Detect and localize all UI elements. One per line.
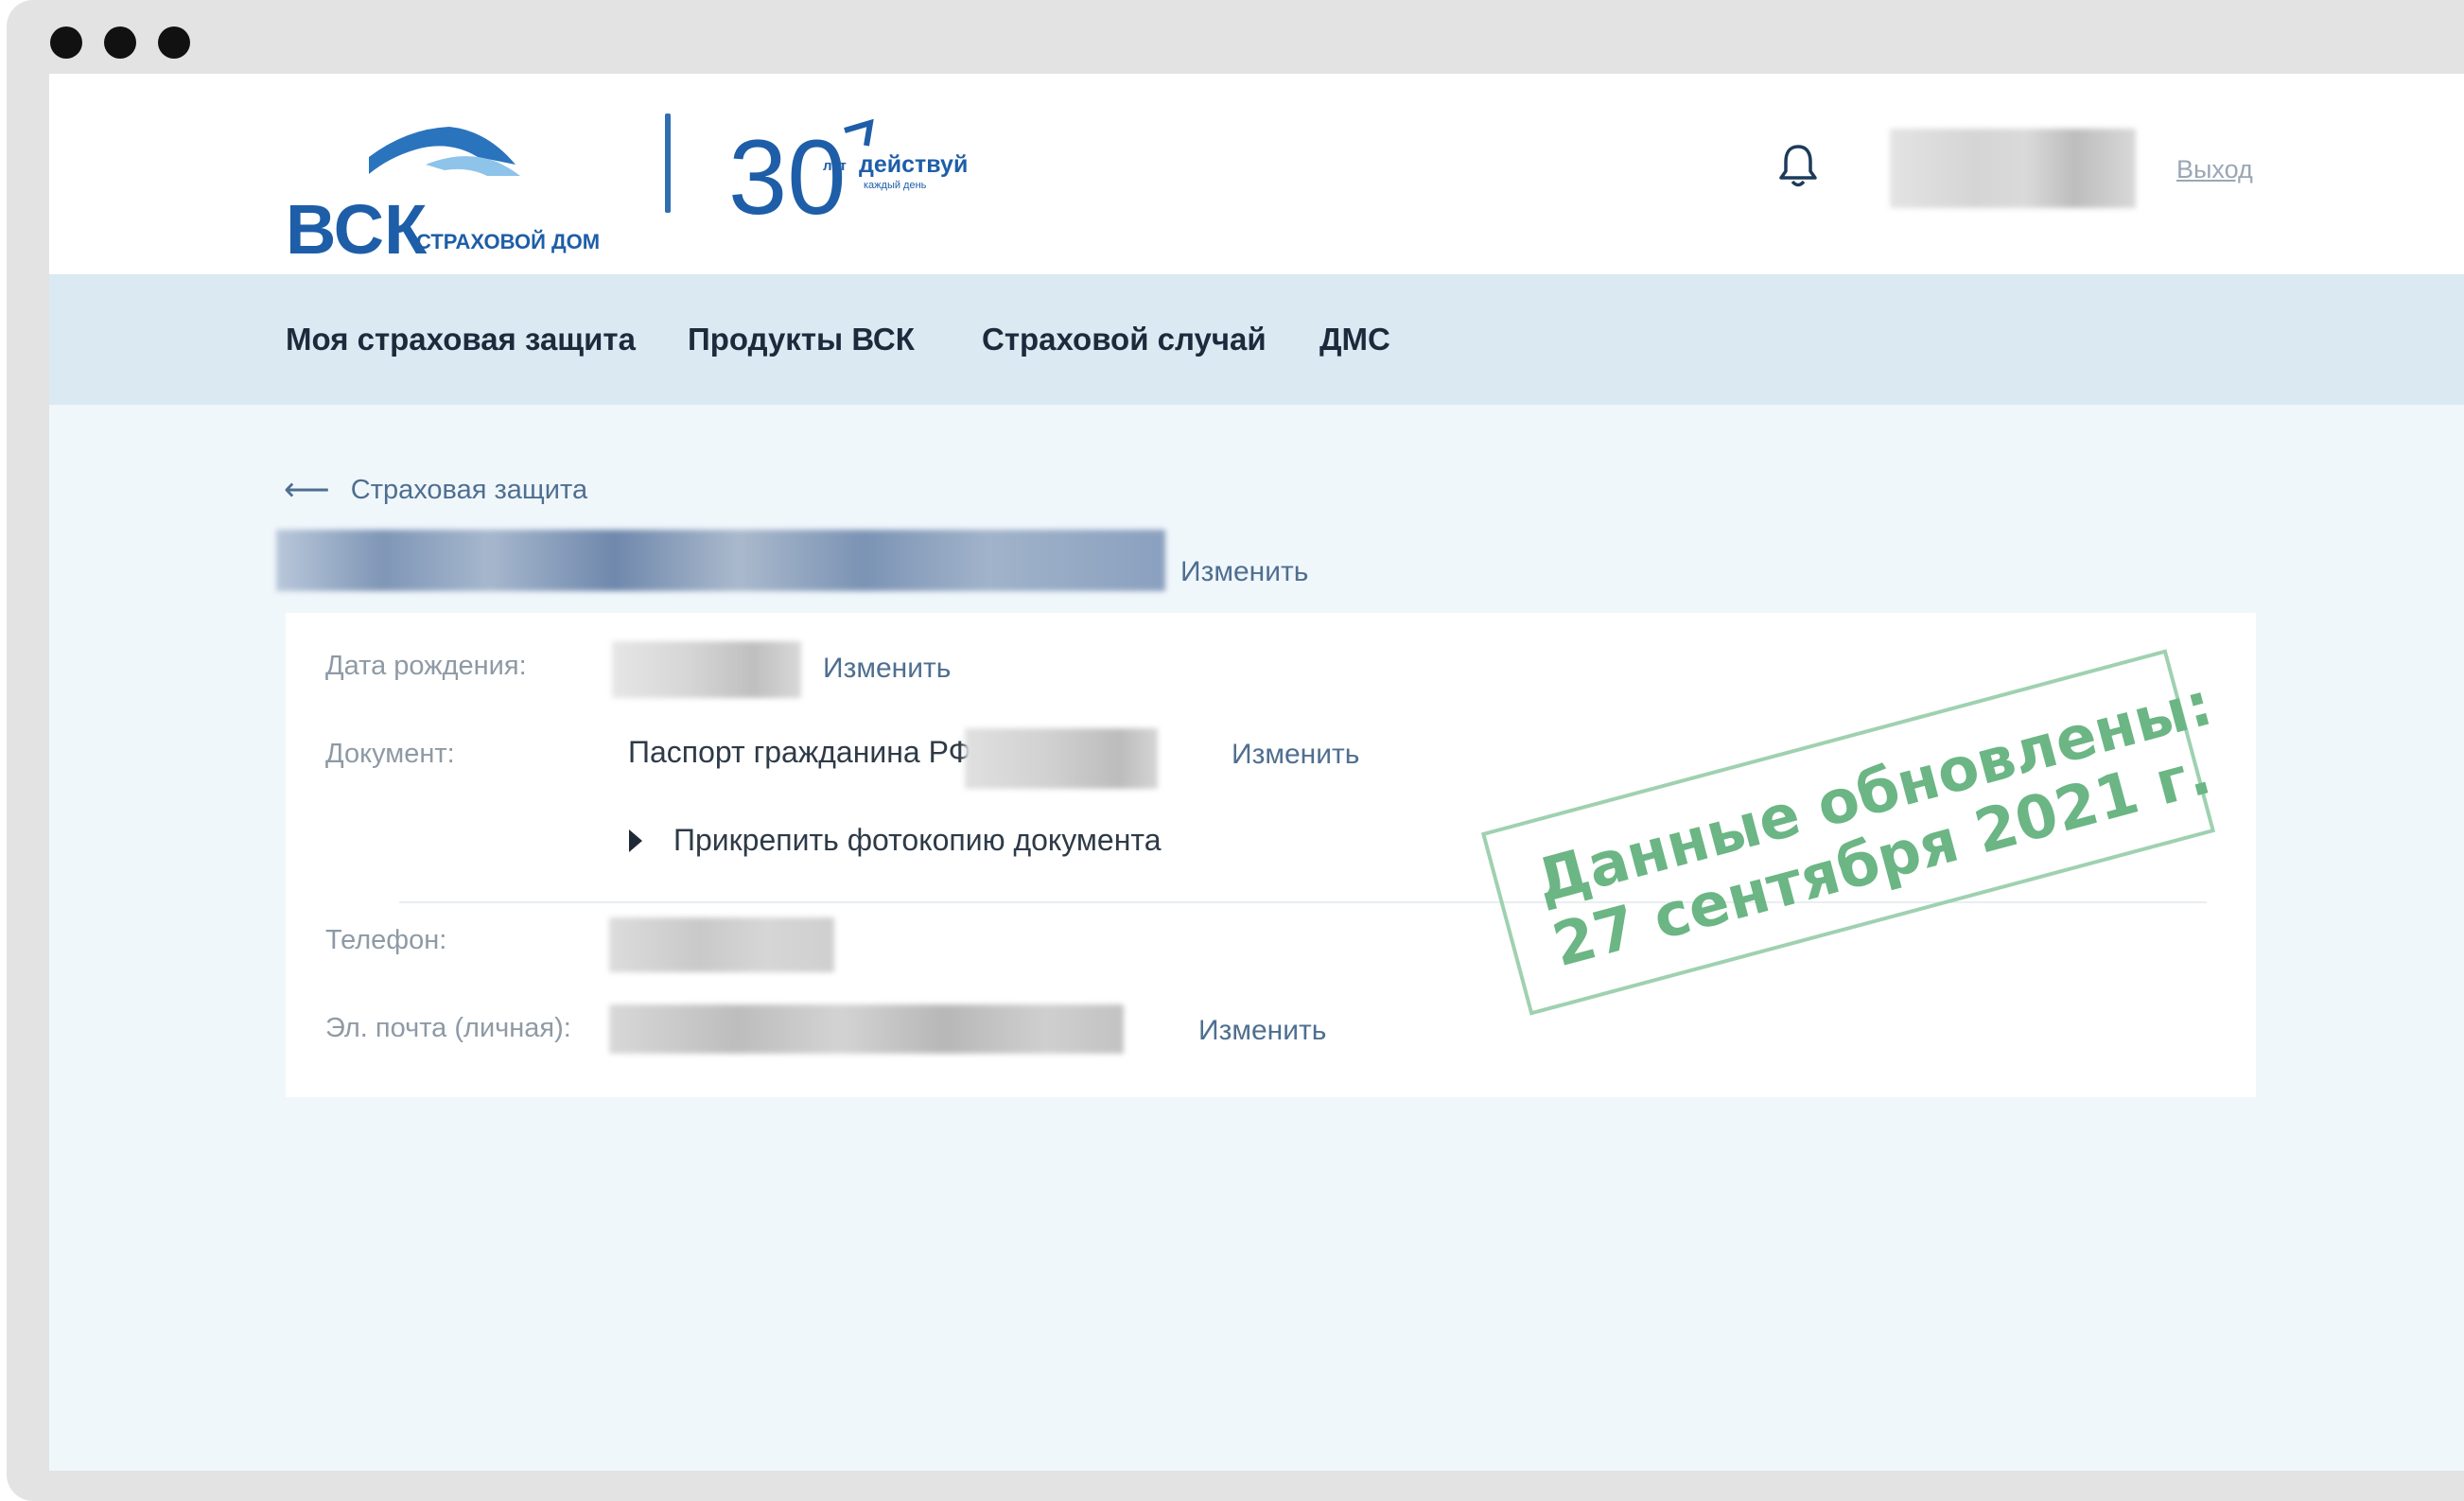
attach-document-toggle[interactable]: Прикрепить фотокопию документа	[628, 823, 1161, 858]
phone-redacted	[609, 917, 834, 972]
anniversary-logo: 30 лет действуй каждый день	[728, 118, 968, 223]
user-name-redacted	[1890, 129, 2136, 208]
edit-document-link[interactable]: Изменить	[1232, 739, 1359, 771]
edit-name-link[interactable]: Изменить	[1180, 556, 1308, 588]
anniversary-motto: действуй	[859, 151, 968, 178]
arrow-icon	[844, 118, 874, 147]
birth-date-label: Дата рождения:	[325, 651, 527, 681]
full-name-redacted	[276, 530, 1165, 591]
browser-viewport: ВСК СТРАХОВОЙ ДОМ 30 лет действуй каждый…	[49, 74, 2464, 1471]
phone-label: Телефон:	[325, 925, 447, 955]
site-header: ВСК СТРАХОВОЙ ДОМ 30 лет действуй каждый…	[49, 74, 2464, 274]
logo-subtitle-text: СТРАХОВОЙ ДОМ	[416, 230, 600, 253]
vsk-logo[interactable]: ВСК СТРАХОВОЙ ДОМ	[284, 119, 681, 285]
main-nav: Моя страховая защита Продукты ВСК Страхо…	[49, 274, 2464, 405]
back-link[interactable]: ⟵ Страховая защита	[284, 471, 587, 509]
logo-separator	[665, 113, 671, 213]
anniversary-tagline: каждый день	[864, 180, 927, 191]
arrow-left-icon: ⟵	[284, 472, 330, 508]
caret-right-icon	[629, 829, 642, 852]
nav-item-insurance-case[interactable]: Страховой случай	[982, 274, 1267, 405]
logo-brand-text: ВСК	[286, 190, 428, 269]
email-redacted	[609, 1004, 1124, 1054]
window-close-dot[interactable]	[50, 26, 82, 59]
edit-birth-date-link[interactable]: Изменить	[823, 653, 951, 685]
document-value: Паспорт гражданина РФ:	[628, 735, 980, 769]
nav-item-dms[interactable]: ДМС	[1319, 274, 1390, 405]
nav-item-my-protection[interactable]: Моя страховая защита	[286, 274, 636, 405]
back-link-label: Страховая защита	[350, 474, 588, 505]
edit-email-link[interactable]: Изменить	[1198, 1015, 1326, 1047]
anniversary-years: лет	[823, 158, 847, 174]
window-frame: ВСК СТРАХОВОЙ ДОМ 30 лет действуй каждый…	[7, 0, 2464, 1501]
window-minimize-dot[interactable]	[104, 26, 136, 59]
attach-document-label: Прикрепить фотокопию документа	[673, 823, 1162, 857]
bell-icon[interactable]	[1777, 142, 1819, 189]
logout-link[interactable]: Выход	[2176, 155, 2253, 184]
birth-date-redacted	[612, 641, 801, 698]
nav-item-products[interactable]: Продукты ВСК	[688, 274, 915, 405]
window-controls	[50, 26, 190, 59]
email-label: Эл. почта (личная):	[325, 1013, 571, 1043]
passport-number-redacted	[965, 728, 1158, 789]
document-label: Документ:	[325, 739, 455, 769]
window-maximize-dot[interactable]	[158, 26, 190, 59]
